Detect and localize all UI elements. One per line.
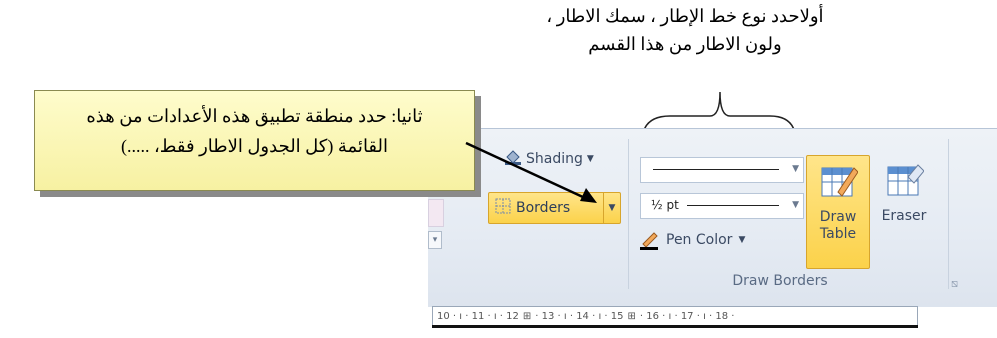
pointer-arrow (465, 141, 597, 203)
